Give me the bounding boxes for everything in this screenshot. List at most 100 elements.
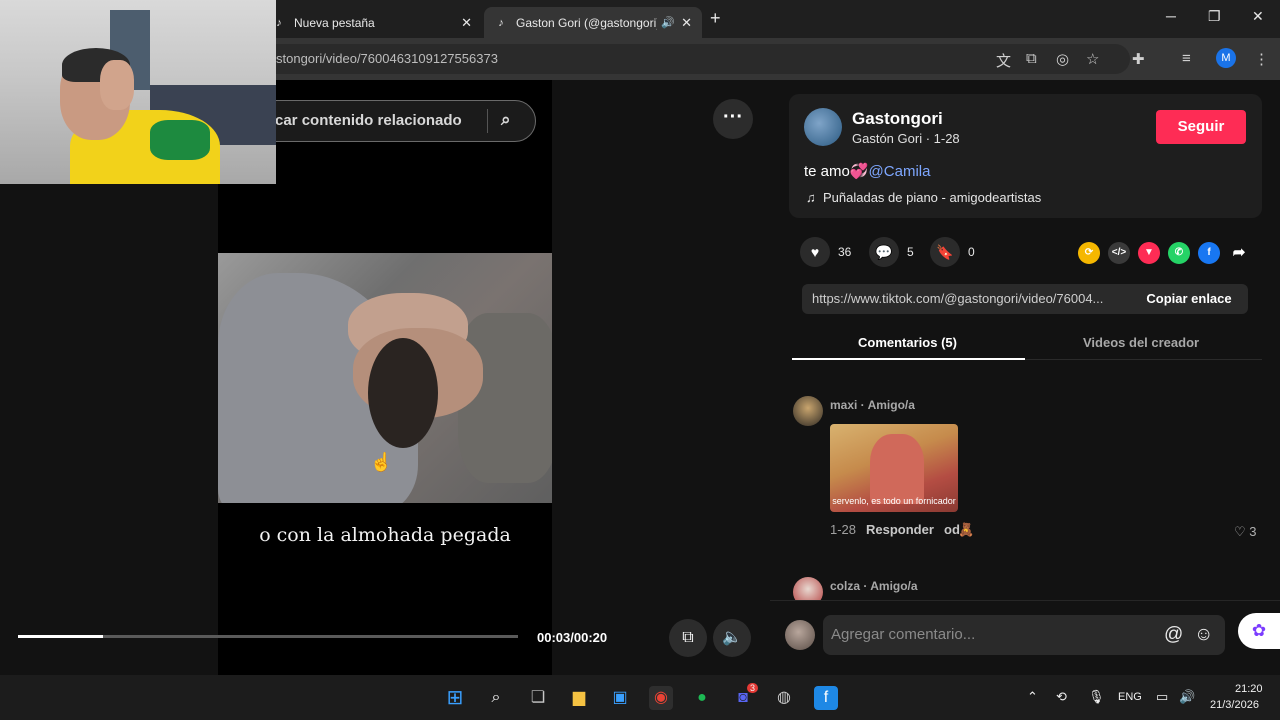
windows-taskbar: ⊞ ⌕ ❏ ▆ ▣ ◉ ● ◙ 3 ◍ f ⌃ ⟲ 🎙 ENG ▭ 🔊 21:2… — [0, 675, 1280, 720]
file-explorer-icon[interactable]: ▆ — [567, 686, 591, 710]
restore-button[interactable]: ❐ — [1208, 8, 1221, 25]
bookmark-icon: 🔖 — [930, 237, 960, 267]
network-icon[interactable]: ▭ — [1156, 689, 1168, 705]
comment-author[interactable]: colza · Amigo/a — [830, 579, 918, 593]
comment-like-count: 3 — [1249, 524, 1257, 539]
app-f-icon[interactable]: f — [814, 686, 838, 710]
emoji-icon[interactable]: ☺ — [1194, 624, 1213, 646]
address-bar[interactable]: stongori/video/7600463109127556373 — [230, 44, 1130, 74]
task-view-icon[interactable]: ❏ — [526, 686, 550, 710]
language-indicator[interactable]: ENG — [1118, 691, 1142, 703]
microphone-icon[interactable]: 🎙 — [1088, 689, 1105, 705]
store-icon[interactable]: ▣ — [608, 686, 632, 710]
share-link-box: https://www.tiktok.com/@gastongori/video… — [802, 284, 1248, 314]
tab-creator-videos[interactable]: Videos del creador — [1083, 335, 1199, 350]
reaction-avatar-icon: 🧸 — [958, 522, 975, 537]
close-window-button[interactable]: ✕ — [1252, 8, 1264, 25]
start-icon[interactable]: ⊞ — [443, 686, 467, 710]
like-count: 36 — [838, 245, 852, 259]
copy-link-button[interactable]: Copiar enlace — [1130, 284, 1248, 314]
share-link-url: https://www.tiktok.com/@gastongori/video… — [812, 291, 1104, 306]
close-tab-icon[interactable]: ✕ — [461, 15, 472, 31]
search-icon[interactable]: ⌕ — [484, 686, 508, 710]
sync-icon[interactable]: ⟲ — [1056, 689, 1067, 705]
star-icon[interactable]: ☆ — [1086, 50, 1099, 68]
gif-caption: servenlo, es todo un fornicador — [832, 496, 956, 506]
webcam-overlay — [0, 0, 276, 184]
chevron-up-icon[interactable]: ⌃ — [1027, 689, 1038, 705]
profile-avatar[interactable]: M — [1216, 48, 1236, 68]
comment-author[interactable]: maxi · Amigo/a — [830, 398, 915, 412]
share-arrow-icon[interactable]: ➦ — [1228, 242, 1250, 264]
tab-new-tab[interactable]: ♪ Nueva pestaña ✕ — [262, 7, 482, 38]
panel-tabs: Comentarios (5) Videos del creador — [792, 330, 1262, 360]
spotify-icon[interactable]: ● — [690, 686, 714, 710]
heart-icon: ♥ — [800, 237, 830, 267]
comment-gif[interactable]: servenlo, es todo un fornicador — [830, 424, 958, 512]
repost-icon[interactable]: ⟳ — [1078, 242, 1100, 264]
tab-comments[interactable]: Comentarios (5) — [858, 335, 957, 350]
tab-title: Nueva pestaña — [294, 15, 375, 30]
translate-icon[interactable]: 文 — [996, 50, 1011, 71]
comment-icon: 💬 — [869, 237, 899, 267]
minimize-button[interactable]: ─ — [1166, 8, 1176, 24]
video-progress-bar[interactable] — [18, 635, 518, 638]
creator-subline: Gastón Gori · 1-28 — [852, 131, 960, 146]
music-title: Puñaladas de piano - amigodeartistas — [822, 190, 1042, 205]
video-timestamp: 00:03/00:20 — [537, 630, 608, 645]
whatsapp-icon[interactable]: ✆ — [1168, 242, 1190, 264]
active-tab-indicator — [792, 358, 1025, 360]
video-description: te amo💞@Camila — [804, 162, 930, 180]
clock-date[interactable]: 21/3/2026 — [1210, 699, 1259, 711]
mention-link[interactable]: @Camila — [869, 163, 931, 180]
clock-time[interactable]: 21:20 — [1235, 683, 1263, 695]
url-text: stongori/video/7600463109127556373 — [276, 51, 498, 66]
discord-badge: 3 — [747, 683, 759, 693]
chrome-icon[interactable]: ◉ — [649, 686, 673, 710]
search-icon[interactable]: ⌕ — [501, 110, 511, 130]
comment-placeholder: Agregar comentario... — [831, 626, 976, 643]
extension-bubble-icon[interactable]: ✿ — [1238, 613, 1280, 649]
music-info[interactable]: ♫ Puñaladas de piano - amigodeartistas — [806, 190, 1041, 205]
follow-button[interactable]: Seguir — [1156, 110, 1246, 144]
pip-button[interactable]: ⧉ — [669, 619, 707, 657]
facebook-icon[interactable]: f — [1198, 242, 1220, 264]
install-app-icon[interactable]: ⧉ — [1026, 50, 1037, 67]
tab-tiktok[interactable]: ♪ Gaston Gori (@gastongori) 🔊 ✕ — [484, 7, 702, 38]
video-caption: o con la almohada pegada — [259, 524, 511, 546]
speaker-icon[interactable]: 🔊 — [661, 16, 675, 29]
extensions-icon[interactable]: ✚ — [1132, 50, 1145, 68]
mention-at-icon[interactable]: @ — [1164, 624, 1183, 646]
media-control-icon[interactable]: ≡ — [1182, 50, 1191, 67]
search-text: car contenido relacionado — [275, 112, 462, 129]
save-count: 0 — [968, 245, 975, 259]
comment-likes[interactable]: ♡ 3 — [1234, 524, 1257, 540]
send-to-friends-icon[interactable]: ▼ — [1138, 242, 1160, 264]
creator-username[interactable]: Gastongori — [852, 109, 943, 129]
description-text: te amo💞 — [804, 163, 869, 180]
tiktok-favicon-icon: ♪ — [498, 16, 504, 29]
eye-off-icon[interactable]: ◎ — [1056, 50, 1069, 68]
heart-outline-icon: ♡ — [1234, 524, 1246, 539]
music-note-icon: ♫ — [806, 190, 816, 205]
volume-icon[interactable]: 🔊 — [1179, 689, 1195, 705]
volume-button[interactable]: 🔈 — [713, 619, 751, 657]
comment-action[interactable]: 💬 5 — [869, 236, 914, 268]
menu-icon[interactable]: ⋮ — [1254, 50, 1269, 68]
close-tab-icon[interactable]: ✕ — [681, 15, 692, 31]
creator-avatar[interactable] — [804, 108, 842, 146]
reply-button[interactable]: Responder — [866, 522, 934, 537]
new-tab-button[interactable]: + — [710, 8, 721, 29]
more-options-button[interactable]: ··· — [713, 99, 753, 139]
like-action[interactable]: ♥ 36 — [800, 236, 851, 268]
tab-title: Gaston Gori (@gastongori) — [516, 15, 658, 30]
related-search-input[interactable]: car contenido relacionado ⌕ — [240, 100, 536, 142]
save-action[interactable]: 🔖 0 — [930, 236, 975, 268]
obs-icon[interactable]: ◍ — [772, 686, 796, 710]
comment-avatar[interactable] — [793, 396, 823, 426]
comment-date: 1-28 — [830, 522, 857, 537]
my-avatar — [785, 620, 815, 650]
comment-count: 5 — [907, 245, 914, 259]
embed-icon[interactable]: </> — [1108, 242, 1130, 264]
video-progress-fill — [18, 635, 103, 638]
